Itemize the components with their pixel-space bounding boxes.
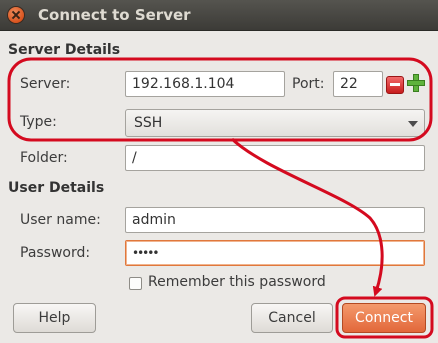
close-icon[interactable]	[8, 7, 24, 23]
window-title: Connect to Server	[38, 6, 191, 24]
type-select[interactable]: SSH	[125, 109, 425, 137]
type-label: Type:	[20, 114, 57, 130]
port-label: Port:	[292, 76, 325, 92]
folder-input[interactable]: /	[125, 145, 425, 171]
port-input[interactable]: 22	[333, 71, 383, 97]
remember-password-label[interactable]: Remember this password	[148, 274, 326, 290]
username-label: User name:	[20, 212, 101, 228]
decrease-icon[interactable]	[386, 76, 404, 94]
username-input[interactable]: admin	[125, 207, 425, 233]
server-label: Server:	[20, 76, 71, 92]
help-button[interactable]: Help	[13, 303, 96, 333]
server-details-heading: Server Details	[8, 42, 121, 58]
connect-button[interactable]: Connect	[342, 303, 426, 333]
user-details-heading: User Details	[8, 180, 105, 196]
increase-icon[interactable]	[407, 74, 425, 92]
remember-password-checkbox[interactable]	[129, 277, 142, 290]
chevron-down-icon	[408, 121, 418, 127]
type-selected-value: SSH	[134, 115, 163, 131]
server-input[interactable]: 192.168.1.104	[125, 71, 285, 97]
password-label: Password:	[20, 245, 91, 261]
folder-label: Folder:	[20, 150, 68, 166]
title-bar: Connect to Server	[0, 0, 438, 31]
password-input[interactable]: •••••	[125, 240, 425, 266]
cancel-button[interactable]: Cancel	[251, 303, 333, 333]
